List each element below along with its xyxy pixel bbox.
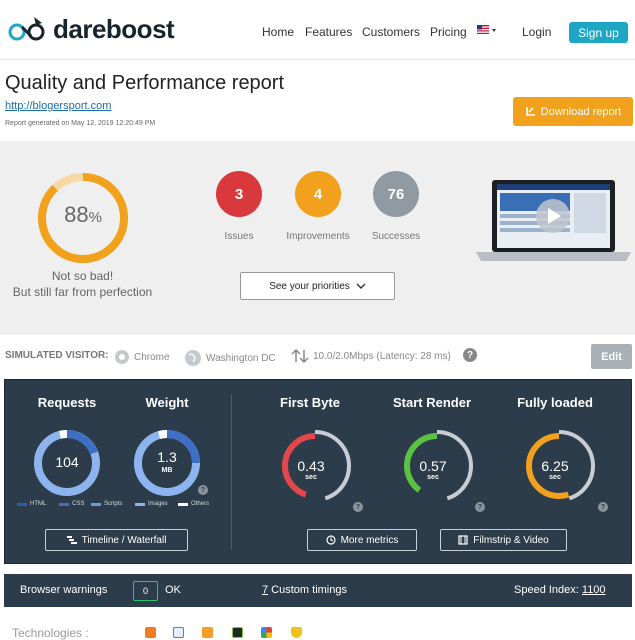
successes-label: Successes	[371, 231, 421, 242]
l-icon[interactable]	[232, 627, 243, 638]
fully-loaded-value: 6.25	[541, 458, 569, 474]
start-render-unit: sec	[427, 474, 439, 481]
filmstrip-video-button[interactable]: Filmstrip & Video	[440, 529, 567, 551]
visitor-browser: Chrome	[114, 349, 170, 365]
download-report-button[interactable]: Download report	[513, 97, 633, 126]
see-priorities-button[interactable]: See your priorities	[240, 272, 395, 300]
score-verdict: Not so bad!	[51, 269, 114, 283]
globe-icon	[185, 350, 201, 366]
first-byte-title: First Byte	[280, 395, 340, 410]
simulated-visitor-label: SIMULATED VISITOR:	[5, 350, 109, 361]
priorities-label: See your priorities	[269, 280, 350, 292]
us-flag-icon[interactable]	[477, 25, 497, 37]
speed-index-value: 1100	[581, 584, 606, 596]
chart-icon[interactable]	[202, 627, 213, 638]
connection-speed: 10.0/2.0Mbps (Latency: 28 ms)	[313, 350, 451, 362]
nav-pricing[interactable]: Pricing	[430, 25, 467, 39]
first-byte-help-icon[interactable]: ?	[353, 502, 363, 512]
page-title: Quality and Performance report	[5, 72, 285, 94]
clock-icon	[325, 535, 336, 545]
timeline-label: Timeline / Waterfall	[81, 534, 167, 546]
weight-value: 1.3	[157, 449, 177, 465]
chrome-icon	[115, 350, 129, 364]
issues-count[interactable]: 3	[216, 171, 262, 217]
help-icon[interactable]: ?	[463, 348, 477, 362]
improvements-count[interactable]: 4	[295, 171, 341, 217]
logo-mark-icon	[8, 16, 45, 40]
successes-count[interactable]: 76	[373, 171, 419, 217]
brand-name: dareboost	[53, 14, 175, 44]
filmstrip-label: Filmstrip & Video	[473, 534, 549, 546]
nav-customers[interactable]: Customers	[362, 25, 420, 39]
download-label: Download report	[540, 105, 622, 118]
location-name: Washington DC	[206, 352, 276, 364]
browser-warnings-title: Browser warnings	[20, 584, 108, 596]
timeline-waterfall-button[interactable]: Timeline / Waterfall	[45, 529, 188, 551]
technologies-label: Technologies :	[12, 626, 89, 640]
start-render-value: 0.57	[419, 458, 447, 474]
shield-icon[interactable]	[291, 627, 302, 638]
fully-loaded-title: Fully loaded	[517, 395, 593, 410]
fully-loaded-unit: sec	[549, 474, 561, 481]
first-byte-unit: sec	[305, 474, 317, 481]
start-render-title: Start Render	[392, 395, 472, 410]
dareboost-logo[interactable]: dareboost	[6, 14, 175, 45]
visitor-location: Washington DC	[184, 349, 276, 367]
visitor-connection: 10.0/2.0Mbps (Latency: 28 ms)	[291, 349, 451, 363]
warnings-status: OK	[165, 584, 181, 596]
film-icon	[458, 535, 468, 545]
more-metrics-button[interactable]: More metrics	[307, 529, 417, 551]
report-date: Report generated on May 12, 2019 12:20:4…	[5, 120, 156, 127]
edit-visitor-button[interactable]: Edit	[591, 344, 632, 369]
weight-title: Weight	[145, 395, 189, 410]
more-metrics-label: More metrics	[340, 534, 399, 546]
speed-index: Speed Index: 1100	[514, 584, 606, 596]
page-icon[interactable]	[173, 627, 184, 638]
legend-others: Others	[178, 501, 209, 507]
first-byte-value: 0.43	[297, 458, 325, 474]
legend-scripts: Scripts	[91, 501, 122, 507]
legend-css: CSS	[59, 501, 84, 507]
score-verdict-detail: But still far from perfection	[12, 285, 153, 299]
nav-features[interactable]: Features	[305, 25, 352, 39]
metrics-divider	[231, 394, 232, 550]
download-icon	[525, 106, 535, 116]
google-icon[interactable]	[261, 627, 272, 638]
browser-name: Chrome	[134, 351, 170, 363]
blogger-icon[interactable]	[145, 627, 156, 638]
start-render-help-icon[interactable]: ?	[475, 502, 485, 512]
chevron-down-icon	[356, 283, 366, 289]
fully-loaded-help-icon[interactable]: ?	[598, 502, 608, 512]
nav-home[interactable]: Home	[262, 25, 294, 39]
custom-timings-link[interactable]: 7 Custom timings	[262, 584, 347, 596]
login-link[interactable]: Login	[522, 25, 551, 39]
weight-unit: MB	[161, 467, 173, 474]
up-down-arrows-icon	[291, 349, 309, 363]
weight-help-icon[interactable]: ?	[198, 485, 208, 495]
requests-value: 104	[55, 454, 79, 470]
waterfall-icon	[66, 536, 77, 544]
legend-images: Images	[135, 501, 168, 507]
site-url-link[interactable]: http://blogersport.com	[5, 100, 111, 112]
legend-html: HTML	[17, 501, 46, 507]
score-value: 88%	[64, 202, 102, 227]
site-screenshot-thumbnail[interactable]	[476, 178, 631, 263]
warnings-count-badge[interactable]: 0	[133, 581, 158, 601]
signup-button[interactable]: Sign up	[569, 22, 628, 43]
